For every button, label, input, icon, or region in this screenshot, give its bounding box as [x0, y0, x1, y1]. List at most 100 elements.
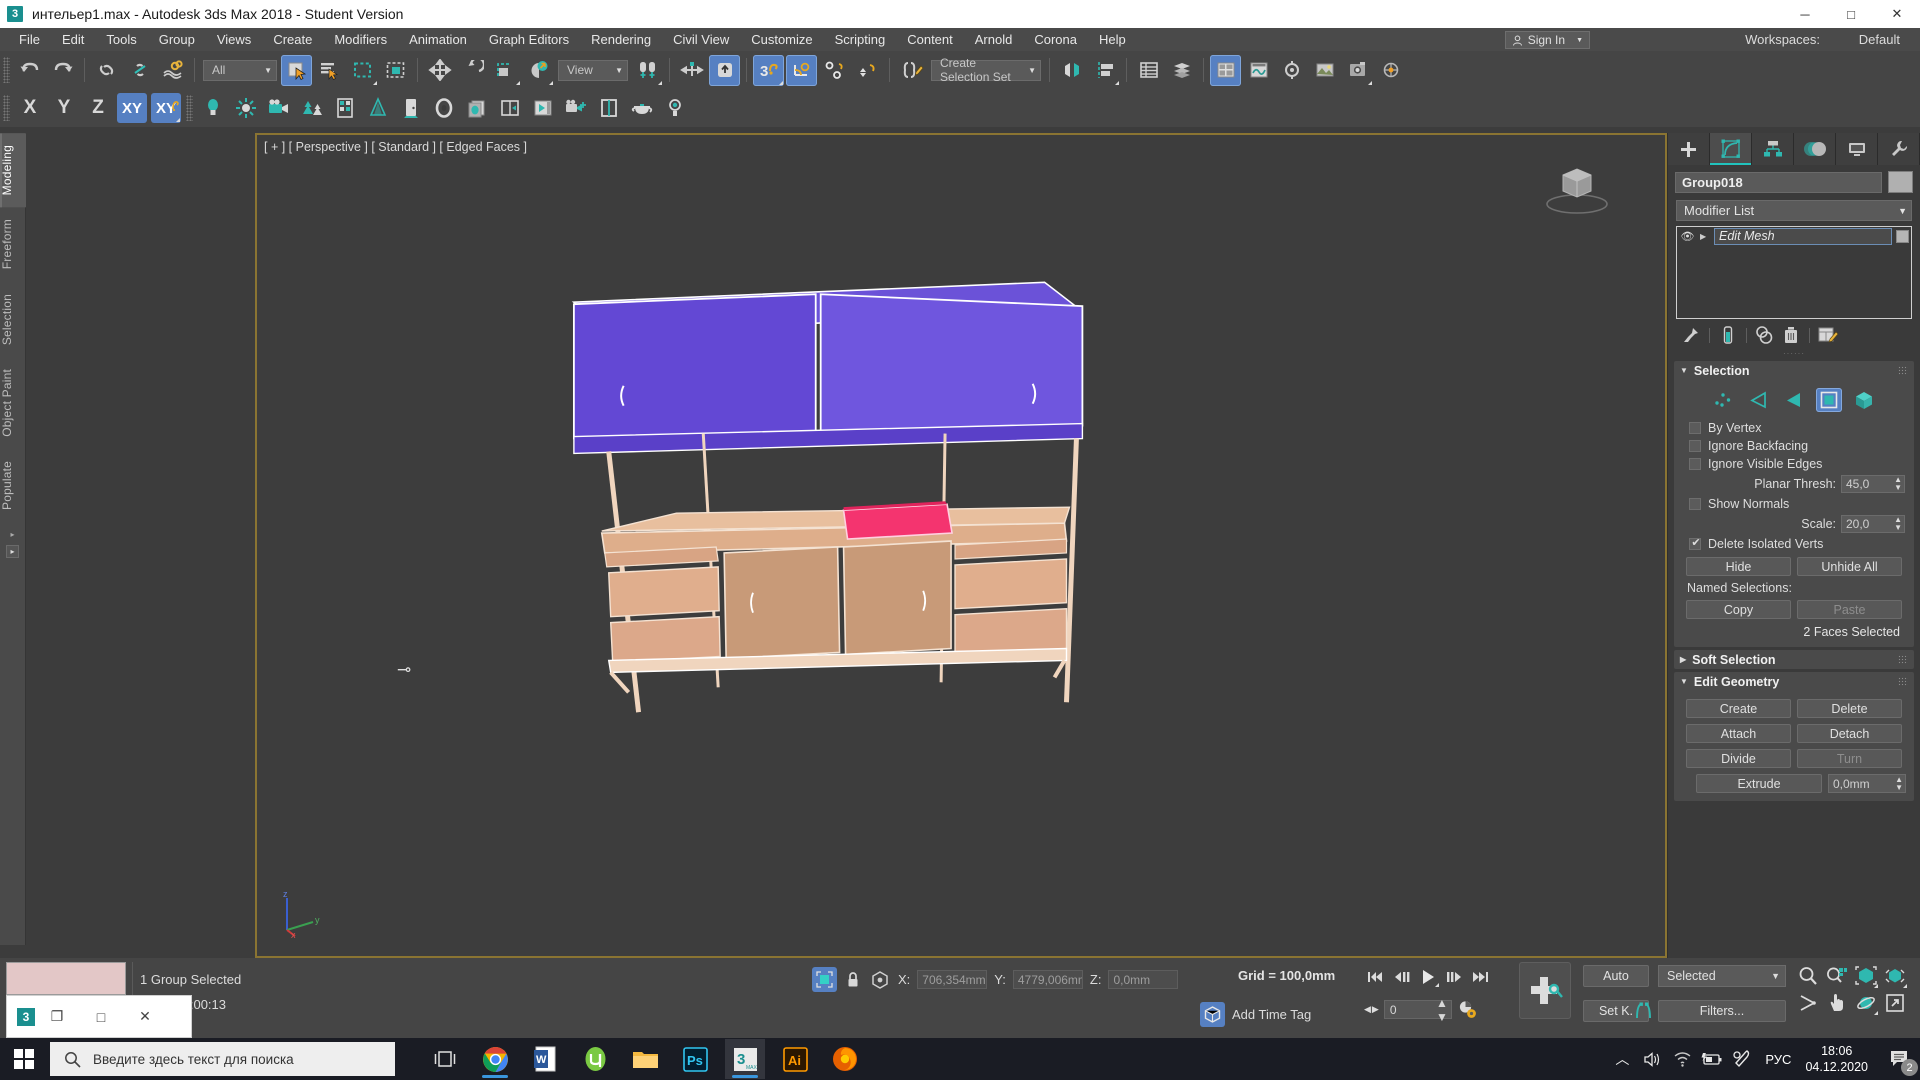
toolbar-grip[interactable] — [3, 95, 10, 121]
menu-item-modifiers[interactable]: Modifiers — [323, 29, 398, 50]
ribbon-tab-selection[interactable]: Selection — [0, 282, 26, 357]
play-animation-icon[interactable] — [1416, 965, 1440, 988]
menu-item-content[interactable]: Content — [896, 29, 964, 50]
pan-icon[interactable] — [1823, 989, 1850, 1016]
select-rotate-icon[interactable] — [457, 55, 488, 86]
current-frame-field[interactable]: 0 ▲ ▼ — [1383, 996, 1452, 1024]
motion-tab[interactable] — [1794, 133, 1836, 165]
field-of-view-icon[interactable] — [1794, 989, 1821, 1016]
redo-icon[interactable] — [47, 55, 78, 86]
z-coord-field[interactable]: 0,0mm — [1108, 970, 1179, 989]
frame-step-arrows[interactable]: ◀ ▶ — [1364, 1004, 1379, 1015]
menu-item-file[interactable]: File — [8, 29, 51, 50]
by-vertex-checkbox[interactable]: By Vertex — [1680, 419, 1908, 437]
sub-object-edge-button[interactable] — [1746, 388, 1772, 412]
align-icon[interactable] — [709, 54, 740, 86]
sub-object-vertex-button[interactable] — [1711, 388, 1737, 412]
menu-item-graph-editors[interactable]: Graph Editors — [478, 29, 580, 50]
sub-object-face-button[interactable] — [1781, 388, 1807, 412]
turn-button[interactable]: Turn — [1797, 749, 1902, 768]
orbit-icon[interactable] — [1852, 989, 1879, 1016]
select-scale-icon[interactable] — [490, 55, 521, 86]
go-to-start-icon[interactable] — [1364, 965, 1388, 988]
add-time-tag-control[interactable]: Add Time Tag — [1200, 1002, 1311, 1027]
taskbar-search-input[interactable]: Введите здесь текст для поиска — [50, 1042, 395, 1076]
ribbon-tab-modeling[interactable]: Modeling — [0, 133, 26, 208]
reference-coordinate-combo[interactable]: View ▼ — [558, 59, 628, 81]
chevron-up-icon[interactable]: ︿ — [1607, 1038, 1637, 1080]
curve-editor-icon[interactable] — [1243, 55, 1274, 86]
zoom-icon[interactable] — [1794, 962, 1821, 989]
percent-snap-icon[interactable] — [819, 55, 850, 86]
firefox-icon[interactable] — [825, 1039, 865, 1079]
time-tag-icon[interactable] — [1200, 1002, 1225, 1027]
layer-manager-icon[interactable] — [1133, 55, 1164, 86]
camera-icon[interactable] — [263, 93, 294, 124]
window-icon[interactable] — [593, 93, 624, 124]
ignore-backfacing-checkbox[interactable]: Ignore Backfacing — [1680, 437, 1908, 455]
battery-charging-icon[interactable] — [1697, 1038, 1727, 1080]
lock-selection-icon[interactable] — [844, 971, 862, 988]
spinner-arrows-icon[interactable]: ▲ ▼ — [1894, 516, 1902, 532]
teapot-icon[interactable] — [626, 93, 657, 124]
key-mode-toggle-icon[interactable] — [1633, 1000, 1655, 1022]
undo-icon[interactable] — [14, 55, 45, 86]
light-bulb-icon[interactable] — [659, 93, 690, 124]
plane-array-icon[interactable] — [461, 93, 492, 124]
preview-icon[interactable] — [527, 93, 558, 124]
viewport-layout-icon[interactable] — [494, 93, 525, 124]
spinner-snap-icon[interactable] — [852, 55, 883, 86]
menu-item-views[interactable]: Views — [206, 29, 262, 50]
notification-center-icon[interactable]: 2 — [1880, 1038, 1920, 1080]
x-coord-field[interactable]: 706,354mm — [917, 970, 988, 989]
workspaces-value[interactable]: Default — [1859, 32, 1900, 47]
hide-button[interactable]: Hide — [1686, 557, 1791, 576]
extrude-button[interactable]: Extrude — [1696, 774, 1822, 793]
mirror-icon[interactable] — [676, 55, 707, 86]
previous-frame-icon[interactable] — [1390, 965, 1414, 988]
go-to-end-icon[interactable] — [1468, 965, 1492, 988]
sub-object-element-button[interactable] — [1851, 388, 1877, 412]
ribbon-tab-object-paint[interactable]: Object Paint — [0, 357, 26, 449]
menu-item-scripting[interactable]: Scripting — [824, 29, 897, 50]
select-by-name-icon[interactable] — [314, 55, 345, 86]
selection-rollout-header[interactable]: ▼ Selection — [1674, 361, 1914, 380]
modifier-toggle-square[interactable] — [1896, 229, 1909, 243]
file-explorer-icon[interactable] — [625, 1039, 665, 1079]
step-back-icon[interactable]: ◀ — [1364, 1004, 1371, 1015]
delete-isolated-verts-checkbox[interactable]: Delete Isolated Verts — [1680, 535, 1908, 553]
use-center-icon[interactable] — [632, 55, 663, 86]
sub-object-polygon-button[interactable] — [1816, 388, 1842, 412]
step-forward-icon[interactable]: ▶ — [1372, 1004, 1379, 1015]
menu-item-edit[interactable]: Edit — [51, 29, 95, 50]
minimize-button[interactable]: ─ — [1782, 0, 1828, 28]
scale-spinner[interactable]: 20,0 ▲ ▼ — [1841, 515, 1905, 533]
render-setup-icon[interactable] — [1276, 55, 1307, 86]
free-light-icon[interactable] — [230, 93, 261, 124]
delete-button[interactable]: Delete — [1797, 699, 1902, 718]
windows-ink-icon[interactable] — [1727, 1038, 1757, 1080]
modifier-stack-row[interactable]: 👁 ▶ Edit Mesh — [1677, 227, 1911, 245]
key-filter-mode-combo[interactable]: Selected ▼ — [1658, 965, 1786, 987]
next-frame-icon[interactable] — [1442, 965, 1466, 988]
wifi-icon[interactable] — [1667, 1038, 1697, 1080]
maximize-button[interactable]: □ — [1828, 0, 1874, 28]
spinner-arrows-icon[interactable]: ▲ ▼ — [1895, 775, 1903, 792]
viewcube-icon[interactable] — [1541, 157, 1613, 217]
utilities-tab[interactable] — [1878, 133, 1920, 165]
window-crossing-icon[interactable] — [380, 55, 411, 86]
zoom-extents-icon[interactable] — [1852, 962, 1879, 989]
door-icon[interactable] — [395, 93, 426, 124]
menu-item-group[interactable]: Group — [148, 29, 206, 50]
mirror-tool-icon[interactable] — [1056, 55, 1087, 86]
configure-modifier-sets-icon[interactable] — [1817, 325, 1839, 345]
angle-snap-icon[interactable] — [786, 54, 817, 86]
chrome-icon[interactable] — [475, 1039, 515, 1079]
material-editor-icon[interactable] — [1210, 54, 1241, 86]
torus-icon[interactable] — [428, 93, 459, 124]
copy-button[interactable]: Copy — [1686, 600, 1791, 619]
divide-button[interactable]: Divide — [1686, 749, 1791, 768]
camera-match-icon[interactable] — [560, 93, 591, 124]
maximize-viewport-icon[interactable] — [1881, 989, 1908, 1016]
toolbar-grip[interactable] — [3, 57, 10, 83]
